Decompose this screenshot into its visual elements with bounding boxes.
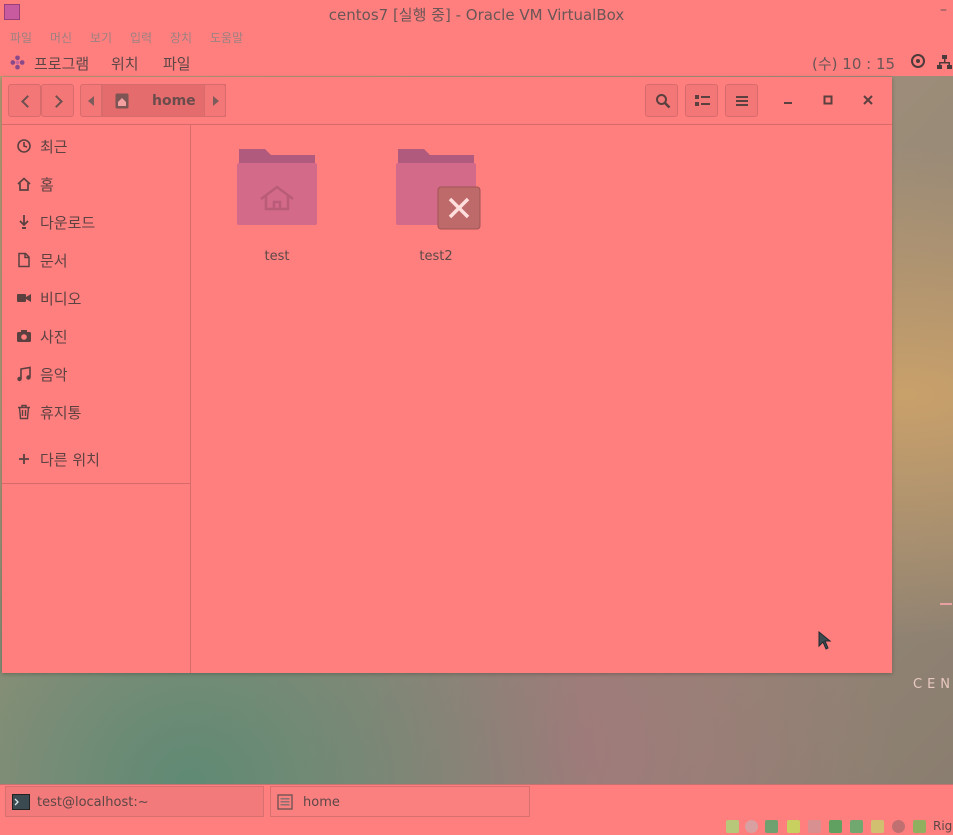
sidebar-item-label: 다운로드 <box>40 214 96 232</box>
folder-item-test2[interactable]: test2 <box>388 139 484 264</box>
sidebar-item-label: 문서 <box>40 252 68 270</box>
chevron-right-icon <box>50 95 63 108</box>
sidebar-item-trash[interactable]: 휴지통 <box>2 397 190 427</box>
sidebar-item-label: 홈 <box>40 176 54 194</box>
taskbar-item-label: test@localhost:~ <box>37 795 149 810</box>
forward-button[interactable] <box>41 84 74 117</box>
folder-name: test2 <box>419 249 453 264</box>
taskbar: test@localhost:~ home <box>0 784 953 819</box>
keyboard-capture-icon[interactable] <box>913 820 926 833</box>
folder-name: test <box>264 249 290 264</box>
host-menu-bar: 파일 머신 보기 입력 장치 도움말 <box>0 26 953 48</box>
video-icon <box>17 294 31 302</box>
recording-icon[interactable] <box>850 820 863 833</box>
list-view-icon <box>695 95 710 106</box>
host-menu-file[interactable]: 파일 <box>10 29 32 46</box>
chevron-left-icon <box>21 95 34 108</box>
clock-icon <box>17 139 31 153</box>
optical-drive-icon[interactable] <box>745 820 758 833</box>
document-icon <box>18 252 30 268</box>
search-icon <box>656 94 671 109</box>
sidebar-item-label: 휴지통 <box>40 404 82 422</box>
home-icon <box>17 177 31 191</box>
shared-folders-icon[interactable] <box>787 820 800 833</box>
sidebar-item-videos[interactable]: 비디오 <box>2 283 190 313</box>
file-manager-header-bar: home <box>2 77 892 125</box>
menu-places[interactable]: 위치 <box>111 53 139 74</box>
host-menu-devices[interactable]: 장치 <box>170 29 192 46</box>
hamburger-menu-icon <box>736 96 748 106</box>
desktop-wallpaper-text: CEN <box>913 677 953 692</box>
clock[interactable]: (수) 10 : 15 <box>812 53 895 74</box>
trash-icon <box>18 404 30 420</box>
home-folder-icon <box>237 149 317 225</box>
sidebar-item-recent[interactable]: 최근 <box>2 131 190 161</box>
maximize-icon[interactable] <box>822 94 834 106</box>
display-icon[interactable] <box>808 820 821 833</box>
sidebar-item-other-locations[interactable]: 다른 위치 <box>2 444 190 474</box>
file-manager-icon <box>277 794 293 810</box>
sidebar-item-label: 사진 <box>40 328 68 346</box>
host-status-bar: Rig <box>0 818 953 835</box>
minimize-icon[interactable] <box>782 94 794 106</box>
taskbar-item-terminal[interactable]: test@localhost:~ <box>5 786 264 817</box>
mouse-pointer-icon <box>818 631 832 650</box>
sidebar-item-home[interactable]: 홈 <box>2 169 190 199</box>
host-title-bar: centos7 [실행 중] - Oracle VM VirtualBox – <box>0 0 953 26</box>
plus-icon <box>19 454 29 464</box>
host-menu-input[interactable]: 입력 <box>130 29 152 46</box>
path-scroll-left-button[interactable] <box>80 84 102 117</box>
sidebar-item-documents[interactable]: 문서 <box>2 245 190 275</box>
sidebar-item-label: 비디오 <box>40 290 82 308</box>
guest-top-bar: 프로그램 위치 파일 (수) 10 : 15 <box>0 48 953 76</box>
taskbar-item-label: home <box>303 795 340 810</box>
sidebar-item-downloads[interactable]: 다운로드 <box>2 207 190 237</box>
close-icon[interactable] <box>862 94 874 106</box>
arrow-left-icon <box>88 96 94 106</box>
sidebar: 최근 홈 다운로드 문서 비디오 사진 음악 휴지통 다른 위치 <box>2 125 191 673</box>
arrow-right-icon <box>213 96 219 106</box>
sidebar-item-label: 최근 <box>40 138 68 156</box>
desktop-decoration <box>940 603 952 605</box>
sidebar-item-label: 다른 위치 <box>40 451 100 469</box>
file-view: test test2 <box>191 125 892 673</box>
applications-icon <box>10 55 25 70</box>
search-button[interactable] <box>645 84 678 117</box>
camera-icon <box>17 330 31 342</box>
back-button[interactable] <box>8 84 41 117</box>
menu-file[interactable]: 파일 <box>163 53 191 74</box>
folder-item-test[interactable]: test <box>229 139 325 264</box>
host-minimize-button[interactable]: – <box>940 2 947 18</box>
menu-button[interactable] <box>725 84 758 117</box>
download-icon <box>19 215 29 229</box>
hard-disk-icon[interactable] <box>726 820 739 833</box>
mouse-integration-icon[interactable] <box>892 820 905 833</box>
host-key-label: Rig <box>933 819 953 833</box>
cpu-icon[interactable] <box>871 820 884 833</box>
no-access-icon <box>437 186 481 230</box>
path-segment-home-label[interactable]: home <box>152 93 196 109</box>
home-folder-icon <box>115 93 129 109</box>
sidebar-item-label: 음악 <box>40 366 68 384</box>
file-manager-window: home 최근 홈 다운로드 문서 비디오 사진 음악 휴지통 다른 위치 te… <box>2 77 892 673</box>
music-icon <box>17 366 31 382</box>
menu-applications[interactable]: 프로그램 <box>34 53 89 74</box>
host-menu-machine[interactable]: 머신 <box>50 29 72 46</box>
accessibility-icon[interactable] <box>911 54 925 68</box>
view-mode-button[interactable] <box>685 84 718 117</box>
host-menu-view[interactable]: 보기 <box>90 29 112 46</box>
host-menu-help[interactable]: 도움말 <box>210 29 243 46</box>
host-window-title: centos7 [실행 중] - Oracle VM VirtualBox <box>328 6 625 24</box>
sidebar-item-pictures[interactable]: 사진 <box>2 321 190 351</box>
sidebar-divider <box>2 483 190 484</box>
network-icon[interactable] <box>936 54 952 70</box>
path-scroll-right-button[interactable] <box>204 84 226 117</box>
taskbar-item-home[interactable]: home <box>270 786 530 817</box>
network-adapter-icon[interactable] <box>829 820 842 833</box>
terminal-icon <box>12 794 30 810</box>
sidebar-item-music[interactable]: 음악 <box>2 359 190 389</box>
usb-icon[interactable] <box>765 820 778 833</box>
